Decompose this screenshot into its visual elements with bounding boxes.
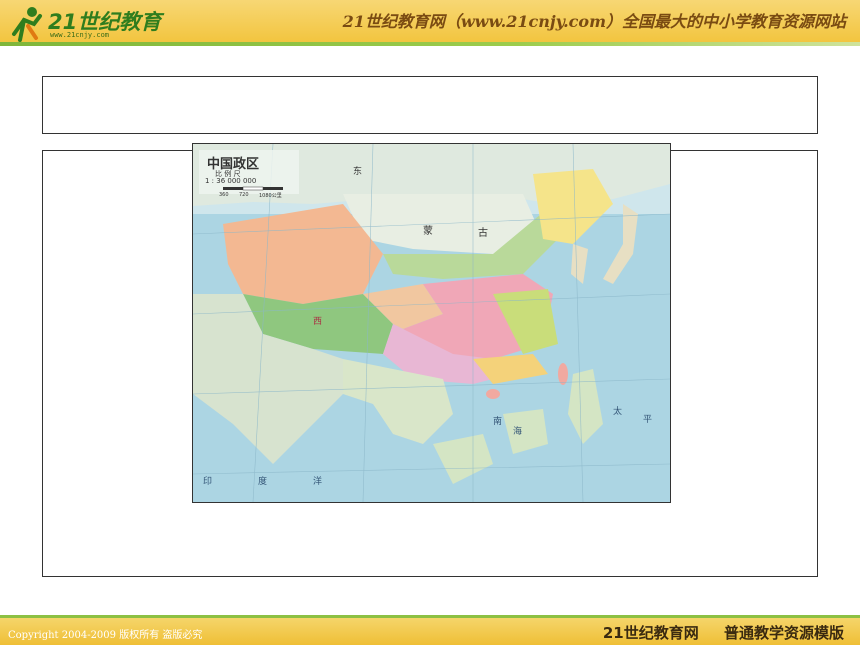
logo-url: www.21cnjy.com	[50, 31, 110, 39]
map-scale-tick: 720	[239, 192, 249, 198]
header-slogan: 21世纪教育网（www.21cnjy.com）全国最大的中小学教育资源网站	[342, 12, 846, 31]
map-place-label: 度	[258, 477, 268, 487]
footer-template-name: 普通教学资源模版	[723, 624, 844, 642]
footer-site-name[interactable]: 21世纪教育网	[603, 624, 699, 642]
map-place-label: 洋	[313, 477, 323, 487]
map-place-label: 古	[478, 228, 488, 239]
header-bar: 21世纪教育 www.21cnjy.com 21世纪教育网（www.21cnjy…	[0, 0, 860, 46]
map-place-label: 南	[493, 417, 503, 427]
footer-branding: 21世纪教育网 普通教学资源模版	[583, 622, 844, 643]
map-scale-value: 1 : 36 000 000	[205, 177, 257, 185]
map-place-label: 平	[643, 415, 653, 425]
china-political-map: 中国政区 比 例 尺 1 : 36 000 000 360 720 1080公里…	[192, 143, 671, 503]
header-divider	[0, 42, 860, 46]
map-place-label: 西	[313, 317, 323, 327]
map-place-label: 太	[613, 407, 623, 417]
map-place-label: 东	[353, 167, 363, 177]
runner-logo-icon	[12, 7, 42, 42]
map-place-label: 蒙	[423, 226, 433, 237]
site-logo[interactable]: 21世纪教育 www.21cnjy.com	[6, 2, 176, 42]
copyright-text: Copyright 2004-2009 版权所有 盗版必究	[8, 630, 203, 641]
map-scale-tick: 1080公里	[259, 193, 282, 199]
slide-title-box[interactable]	[42, 76, 818, 134]
map-place-label: 海	[513, 427, 523, 437]
map-scale-tick: 360	[219, 192, 229, 198]
map-place-label: 印	[203, 477, 213, 487]
footer-bar: Copyright 2004-2009 版权所有 盗版必究 21世纪教育网 普通…	[0, 618, 860, 645]
